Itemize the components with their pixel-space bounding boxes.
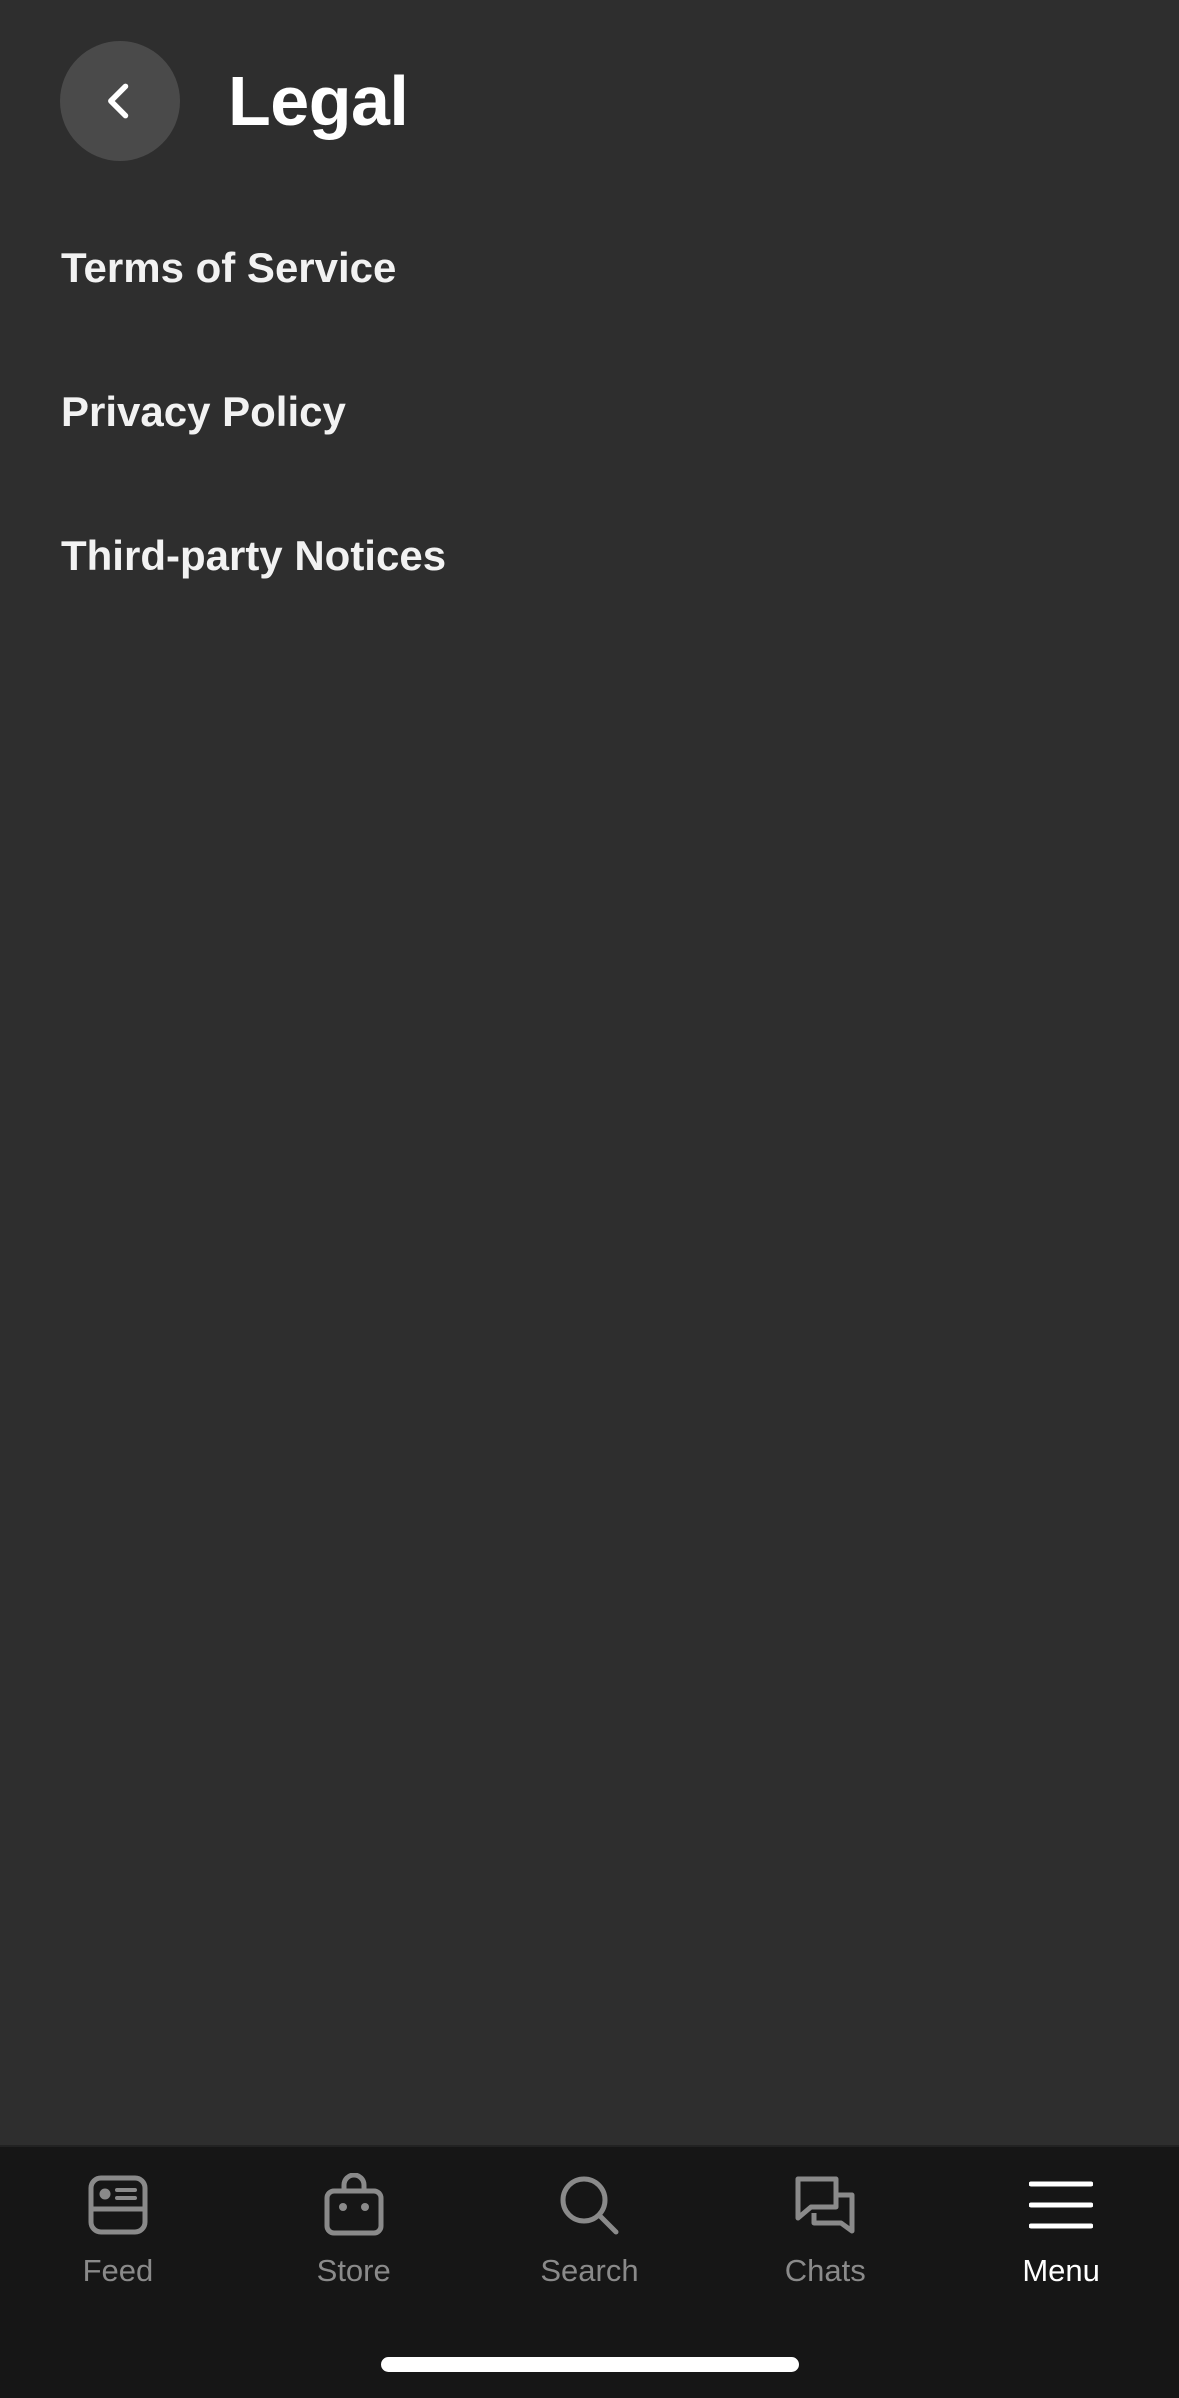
store-bag-icon bbox=[324, 2173, 384, 2236]
tab-label: Search bbox=[540, 2253, 639, 2288]
feed-icon bbox=[88, 2175, 148, 2235]
tab-label: Store bbox=[316, 2253, 391, 2288]
tab-search[interactable]: Search bbox=[472, 2147, 708, 2307]
list-item-third-party-notices[interactable]: Third-party Notices bbox=[0, 484, 1179, 628]
legal-list: Terms of Service Privacy Policy Third-pa… bbox=[0, 196, 1179, 628]
header: Legal bbox=[0, 0, 1179, 200]
list-item-terms-of-service[interactable]: Terms of Service bbox=[0, 196, 1179, 340]
list-item-privacy-policy[interactable]: Privacy Policy bbox=[0, 340, 1179, 484]
tab-store[interactable]: Store bbox=[236, 2147, 472, 2307]
page-title: Legal bbox=[228, 62, 409, 140]
back-button[interactable] bbox=[60, 41, 180, 161]
tab-chats[interactable]: Chats bbox=[707, 2147, 943, 2307]
chevron-left-icon bbox=[108, 83, 129, 119]
chats-icon bbox=[795, 2176, 855, 2234]
tab-menu[interactable]: Menu bbox=[943, 2147, 1179, 2307]
tab-label: Menu bbox=[1022, 2253, 1100, 2288]
search-icon bbox=[560, 2176, 619, 2235]
tab-label: Chats bbox=[784, 2253, 866, 2288]
tab-feed[interactable]: Feed bbox=[0, 2147, 236, 2307]
tab-label: Feed bbox=[82, 2253, 154, 2288]
home-indicator[interactable] bbox=[381, 2357, 799, 2372]
menu-icon bbox=[1029, 2181, 1094, 2229]
